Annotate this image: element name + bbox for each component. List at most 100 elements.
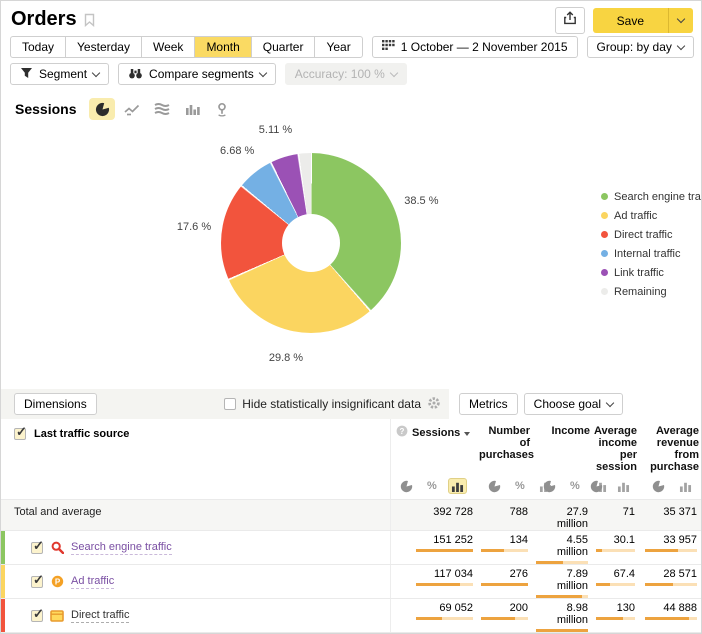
- compare-segments-label: Compare segments: [149, 67, 254, 81]
- row-label-link[interactable]: Search engine traffic: [71, 541, 172, 555]
- save-dropdown-button[interactable]: [668, 8, 693, 33]
- metric-bar: [645, 549, 697, 552]
- column-title: Income: [551, 425, 590, 437]
- legend-dot: [601, 231, 608, 238]
- metric-value: 28 571: [641, 568, 697, 580]
- row-label-cell: Search engine traffic: [1, 531, 391, 564]
- legend-label: Internal traffic: [614, 248, 680, 260]
- column-header-number-of-purchases[interactable]: Number of purchases%: [479, 419, 534, 499]
- segment-button[interactable]: Segment: [10, 63, 109, 85]
- metric-value-cell: 33 957: [641, 531, 702, 564]
- metric-bar: [536, 595, 588, 598]
- metric-bar: [596, 617, 635, 620]
- filter-icon: [20, 67, 33, 82]
- pie-view-icon[interactable]: [649, 478, 668, 495]
- export-button[interactable]: [555, 7, 585, 34]
- map-icon[interactable]: [209, 98, 235, 120]
- hide-insignificant-checkbox[interactable]: [224, 398, 236, 410]
- legend-label: Direct traffic: [614, 229, 672, 241]
- bookmark-icon[interactable]: [84, 13, 95, 32]
- chart-metric-bar: Sessions: [1, 97, 701, 121]
- metrics-button[interactable]: Metrics: [459, 393, 518, 415]
- stacked-areas-icon[interactable]: [149, 98, 175, 120]
- segment-label: Segment: [39, 67, 87, 81]
- metric-bar: [416, 549, 473, 552]
- column-title: Number of purchases: [479, 425, 534, 461]
- row-checkbox[interactable]: [31, 610, 43, 622]
- legend-item-ad-traffic[interactable]: Ad traffic: [601, 206, 702, 225]
- pie-view-icon[interactable]: [485, 478, 504, 495]
- bars-view-icon[interactable]: [614, 478, 633, 494]
- row-label-link[interactable]: Direct traffic: [71, 609, 129, 623]
- pie-view-icon[interactable]: [587, 478, 606, 495]
- column-header-average-revenue-from-purchase[interactable]: Average revenue from purchase: [641, 419, 702, 499]
- tab-year[interactable]: Year: [314, 36, 362, 58]
- total-row: Total and average392 72878827.9 million7…: [1, 499, 701, 530]
- save-button[interactable]: Save: [593, 8, 668, 33]
- legend-item-internal-traffic[interactable]: Internal traffic: [601, 244, 702, 263]
- row-label-link[interactable]: Ad traffic: [71, 575, 114, 589]
- dimensions-band: Dimensions Hide statistically insignific…: [1, 389, 449, 419]
- column-header-sessions[interactable]: ?Sessions%: [391, 419, 479, 499]
- pie-chart[interactable]: [221, 153, 401, 333]
- table-header-row: Last traffic source?Sessions%Number of p…: [1, 419, 701, 499]
- tab-yesterday[interactable]: Yesterday: [65, 36, 142, 58]
- legend-label: Remaining: [614, 286, 667, 298]
- legend-dot: [601, 193, 608, 200]
- orders-report-page: Orders Save TodayYesterdayWeekMonthQuart…: [0, 0, 702, 634]
- metric-value-cell: 44 888: [641, 599, 702, 632]
- metric-value: 44 888: [641, 602, 697, 614]
- metric-bar-fill: [536, 561, 563, 564]
- group-by-button[interactable]: Group: by day: [587, 36, 694, 58]
- gear-icon[interactable]: [427, 396, 441, 413]
- accuracy-button[interactable]: Accuracy: 100 %: [285, 63, 407, 85]
- save-split-button: Save: [593, 8, 693, 33]
- choose-goal-button[interactable]: Choose goal: [524, 393, 623, 415]
- dimension-header-checkbox[interactable]: [14, 428, 26, 440]
- column-header-income[interactable]: Income%: [534, 419, 594, 499]
- column-header-average-income-per-session[interactable]: Average income per session: [594, 419, 641, 499]
- metric-bar: [645, 583, 697, 586]
- tab-month[interactable]: Month: [194, 36, 251, 58]
- tab-week[interactable]: Week: [141, 36, 195, 58]
- percent-view-icon[interactable]: %: [424, 478, 440, 494]
- pie-view-icon[interactable]: [540, 478, 559, 495]
- metric-value-cell: 276: [479, 565, 534, 598]
- metric-value: 276: [479, 568, 528, 580]
- dimensions-button[interactable]: Dimensions: [14, 393, 97, 415]
- percent-view-icon[interactable]: %: [512, 478, 528, 494]
- bars-view-icon[interactable]: [676, 478, 695, 494]
- metric-value: 4.55 million: [534, 534, 588, 558]
- row-label-cell: PAd traffic: [1, 565, 391, 598]
- metric-value: 134: [479, 534, 528, 546]
- choose-goal-label: Choose goal: [534, 397, 601, 411]
- compare-segments-button[interactable]: Compare segments: [118, 63, 276, 85]
- hide-insignificant-label[interactable]: Hide statistically insignificant data: [242, 397, 421, 411]
- row-checkbox[interactable]: [31, 542, 43, 554]
- chevron-down-icon: [677, 41, 685, 49]
- export-icon: [563, 11, 577, 30]
- legend-item-direct-traffic[interactable]: Direct traffic: [601, 225, 702, 244]
- help-icon[interactable]: ?: [396, 425, 408, 440]
- metric-bar: [416, 617, 473, 620]
- pie-view-icon[interactable]: [397, 478, 416, 495]
- bars-view-icon[interactable]: [448, 478, 467, 494]
- percent-view-icon[interactable]: %: [567, 478, 583, 494]
- pie-chart-icon[interactable]: [89, 98, 115, 120]
- row-checkbox[interactable]: [31, 576, 43, 588]
- legend-item-remaining[interactable]: Remaining: [601, 282, 702, 301]
- row-color-strip: [1, 565, 5, 598]
- tab-quarter[interactable]: Quarter: [251, 36, 316, 58]
- columns-chart-icon[interactable]: [179, 98, 205, 120]
- legend-item-search-engine-traffic[interactable]: Search engine traffic: [601, 187, 702, 206]
- line-chart-icon[interactable]: [119, 98, 145, 120]
- column-header-label: Average income per session: [594, 419, 641, 473]
- date-range-button[interactable]: 1 October — 2 November 2015: [372, 36, 578, 58]
- metric-value: 200: [479, 602, 528, 614]
- metric-bar-fill: [645, 617, 689, 620]
- legend-item-link-traffic[interactable]: Link traffic: [601, 263, 702, 282]
- title-bar: Orders Save: [1, 1, 701, 33]
- table-row-search-engine-traffic: Search engine traffic151 2521344.55 mill…: [1, 530, 701, 564]
- tab-today[interactable]: Today: [10, 36, 66, 58]
- column-header-label: ?Sessions: [391, 419, 479, 440]
